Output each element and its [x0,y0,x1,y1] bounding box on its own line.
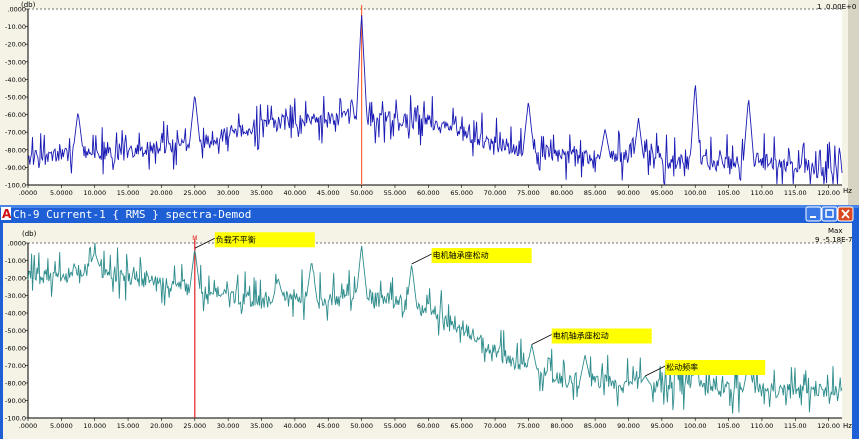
minimize-icon [810,216,816,218]
bottom-y-tick-label: -70.00 [5,362,26,370]
bottom-readout-value: -5.18E-7 [823,236,853,244]
top-x-tick-label: 10.000 [83,189,106,197]
top-x-tick-label: .0000 [19,189,38,197]
bottom-x-tick-label: 20.000 [150,422,173,430]
top-unit-label: (db) [21,1,36,9]
top-x-tick-label: 15.000 [117,189,140,197]
bottom-x-tick-label: 105.00 [717,422,740,430]
top-x-unit: Hz [843,187,852,195]
top-y-tick-label: -60.00 [5,111,26,119]
bottom-x-tick-label: 45.000 [317,422,340,430]
bottom-x-tick-label: 120.00 [817,422,840,430]
top-x-tick-label: 65.000 [450,189,473,197]
top-readout-index: 1 [817,3,821,11]
top-x-tick-label: 110.00 [751,189,774,197]
top-x-tick-label: 115.00 [784,189,807,197]
top-x-tick-label: 90.000 [617,189,640,197]
top-y-tick-label: -70.00 [5,129,26,137]
top-panel-scrollbar[interactable] [848,0,859,205]
top-x-tick-label: 95.000 [650,189,673,197]
annotation-label: 电机轴承座松动 [433,250,489,260]
top-x-tick-label: 85.000 [584,189,607,197]
top-x-tick-label: 105.00 [717,189,740,197]
top-spectrum-chart[interactable]: .0000 -10.00 -20.00 -30.00 -40.00 -50.00 -60.0… [5,5,843,197]
top-x-tick-label: 50.000 [350,189,373,197]
bottom-y-tick-label: -30.00 [5,292,26,300]
top-y-tick-label: -80.00 [5,146,26,154]
window-title: Ch-9 Current-1 { RMS } spectra-Demod [13,208,251,221]
bottom-x-tick-label: 85.000 [584,422,607,430]
bottom-y-tick-label: -90.00 [5,397,26,405]
bottom-x-tick-label: 90.000 [617,422,640,430]
top-x-tick-label: 30.000 [217,189,240,197]
bottom-y-tick-label: -40.00 [5,310,26,318]
top-y-tick-label: -90.00 [5,164,26,172]
bottom-y-tick-label: .0000 [7,240,26,248]
top-x-tick-label: 100.00 [684,189,707,197]
bottom-x-unit: Hz [843,422,852,430]
bottom-x-tick-label: 75.000 [517,422,540,430]
top-x-tick-label: 5.0000 [50,189,73,197]
bottom-x-tick-label: 70.000 [484,422,507,430]
top-x-tick-label: 120.00 [817,189,840,197]
bottom-x-tick-label: 10.000 [83,422,106,430]
bottom-y-tick-label: -80.00 [5,380,26,388]
top-plot-area [28,9,842,185]
bottom-x-tick-label: .0000 [19,422,38,430]
bottom-x-tick-label: 65.000 [450,422,473,430]
bottom-x-tick-label: 60.000 [417,422,440,430]
bottom-x-tick-label: 80.000 [550,422,573,430]
bottom-y-tick-label: -20.00 [5,275,26,283]
top-x-tick-label: 60.000 [417,189,440,197]
bottom-readout-index: 9 [815,236,819,244]
top-x-tick-label: 45.000 [317,189,340,197]
bottom-unit-label: (db) [22,230,37,238]
bottom-x-tick-label: 15.000 [117,422,140,430]
top-readout-value: 0.00E+0 [826,3,856,11]
top-x-tick-label: 70.000 [484,189,507,197]
close-button[interactable] [837,206,854,222]
top-x-tick-label: 75.000 [517,189,540,197]
annotation-label: 电机轴承座松动 [553,331,609,341]
bottom-x-tick-label: 40.000 [284,422,307,430]
top-y-tick-label: -10.00 [5,23,26,31]
bottom-x-tick-label: 55.000 [384,422,407,430]
bottom-x-tick-label: 110.00 [751,422,774,430]
bottom-spectrum-chart[interactable]: .0000 -10.00 -20.00 -30.00 -40.00 -50.00 -60.0… [5,235,843,430]
annotation-label: 负载不平衡 [216,234,256,244]
bottom-x-tick-label: 30.000 [217,422,240,430]
top-y-tick-label: -50.00 [5,94,26,102]
bottom-x-tick-label: 5.0000 [50,422,73,430]
bottom-max-label: Max [828,227,842,235]
top-y-tick-label: -40.00 [5,76,26,84]
top-x-tick-label: 35.000 [250,189,273,197]
bottom-x-tick-label: 95.000 [650,422,673,430]
top-y-tick-label: -30.00 [5,58,26,66]
minimize-button[interactable] [805,206,822,222]
bottom-y-tick-label: -10.00 [5,257,26,265]
cursor-marker-label: M [192,235,197,242]
bottom-y-tick-label: -50.00 [5,327,26,335]
maximize-button[interactable] [821,206,838,222]
top-x-tick-label: 55.000 [384,189,407,197]
bottom-y-tick-label: -60.00 [5,345,26,353]
top-x-tick-label: 80.000 [550,189,573,197]
top-y-tick-label: -20.00 [5,41,26,49]
spectrum-analyzer-window: .0000 -10.00 -20.00 -30.00 -40.00 -50.00 -60.0… [0,0,859,439]
top-x-tick-label: 20.000 [150,189,173,197]
top-x-tick-label: 40.000 [284,189,307,197]
bottom-x-tick-label: 100.00 [684,422,707,430]
bottom-x-tick-label: 50.000 [350,422,373,430]
bottom-x-tick-label: 35.000 [250,422,273,430]
bottom-x-tick-label: 115.00 [784,422,807,430]
bottom-x-tick-label: 25.000 [183,422,206,430]
top-x-tick-label: 25.000 [183,189,206,197]
annotation-label: 松动频率 [666,362,698,372]
app-letter: A [2,207,12,221]
